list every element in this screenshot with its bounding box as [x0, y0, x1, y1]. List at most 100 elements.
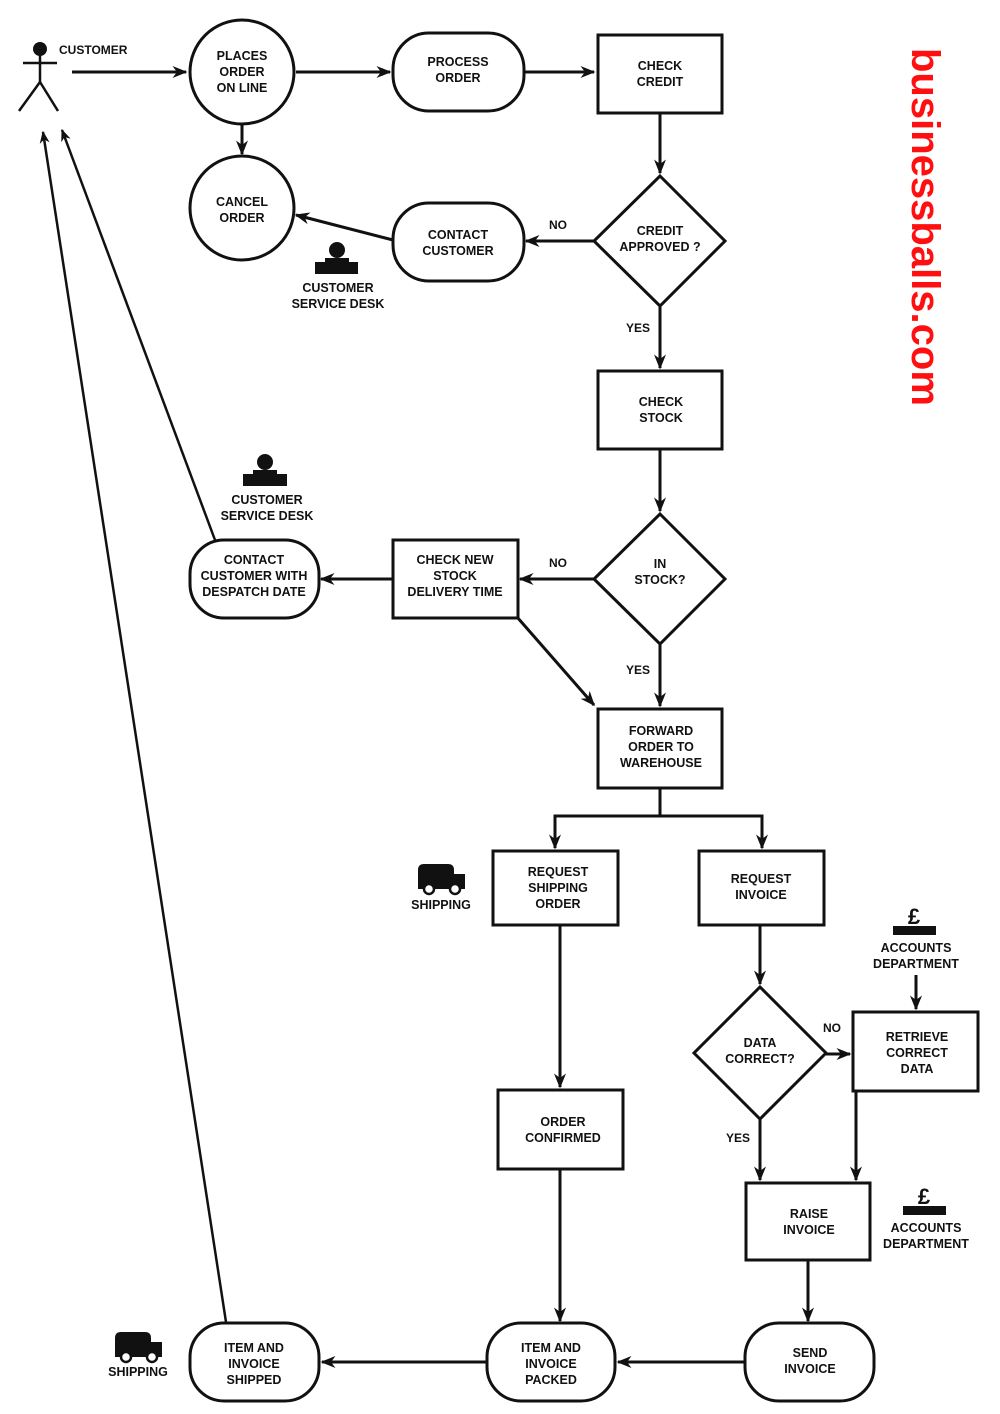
annotation-shipping-1-label-line: SHIPPING: [411, 898, 471, 912]
edge-forward-to-invoice: [660, 814, 768, 850]
node-request-invoice[interactable]: REQUEST INVOICE: [697, 849, 826, 927]
annotation-csd-1-label: CUSTOMER SERVICE DESK: [292, 281, 385, 311]
node-forward-order-label-line: WAREHOUSE: [620, 756, 702, 770]
node-check-credit-label-line: CREDIT: [637, 75, 684, 89]
annotation-customer-service-desk-1: CUSTOMER SERVICE DESK: [292, 242, 385, 311]
pound-sign-icon: £: [903, 1184, 946, 1215]
label-stock-no: NO: [549, 556, 567, 570]
node-contact-despatch[interactable]: CONTACT CUSTOMER WITH DESPATCH DATE: [188, 538, 321, 620]
node-retrieve-data-label-line: DATA: [901, 1062, 934, 1076]
annotation-accounts-1-label-line: DEPARTMENT: [873, 957, 959, 971]
brand-watermark: businessballs.com: [903, 48, 947, 406]
node-item-shipped-label: ITEM AND INVOICE SHIPPED: [224, 1341, 284, 1387]
node-contact-despatch-label-line: CUSTOMER WITH: [201, 569, 308, 583]
annotation-accounts-2-label-line: ACCOUNTS: [891, 1221, 962, 1235]
node-process-order-label-line: ORDER: [435, 71, 480, 85]
annotation-accounts-department-2: £ ACCOUNTS DEPARTMENT: [883, 1184, 969, 1251]
node-order-confirmed[interactable]: ORDER CONFIRMED: [496, 1088, 625, 1171]
label-data-no: NO: [823, 1021, 841, 1035]
node-contact-despatch-label-line: CONTACT: [224, 553, 285, 567]
node-data-correct[interactable]: DATA CORRECT?: [691, 984, 829, 1122]
node-places-order[interactable]: PLACES ORDER ON LINE: [188, 18, 296, 126]
annotation-accounts-1-label-line: ACCOUNTS: [881, 941, 952, 955]
node-item-packed[interactable]: ITEM AND INVOICE PACKED: [485, 1321, 617, 1403]
node-request-invoice-label-line: INVOICE: [735, 888, 786, 902]
node-in-stock[interactable]: IN STOCK?: [591, 511, 728, 647]
annotation-csd-2-label-line: CUSTOMER: [231, 493, 302, 507]
node-check-credit-label-line: CHECK: [638, 59, 682, 73]
node-forward-order-label-line: FORWARD: [629, 724, 693, 738]
node-item-shipped-label-line: SHIPPED: [227, 1373, 282, 1387]
edge-shipped-to-customer: [39, 130, 228, 1323]
label-credit-yes: YES: [626, 321, 650, 335]
node-credit-approved[interactable]: CREDIT APPROVED ?: [591, 173, 728, 309]
node-contact-customer-label-line: CONTACT: [428, 228, 489, 242]
node-process-order-label-line: PROCESS: [427, 55, 488, 69]
label-data-yes: YES: [726, 1131, 750, 1145]
node-places-order-label-line: PLACES: [217, 49, 268, 63]
annotation-accounts-2-label-line: DEPARTMENT: [883, 1237, 969, 1251]
node-send-invoice[interactable]: SEND INVOICE: [743, 1321, 876, 1403]
node-item-packed-label-line: ITEM AND: [521, 1341, 581, 1355]
node-contact-despatch-label-line: DESPATCH DATE: [202, 585, 305, 599]
service-desk-icon: [243, 454, 287, 486]
node-request-shipping-label-line: REQUEST: [528, 865, 589, 879]
node-forward-order-label: FORWARD ORDER TO WAREHOUSE: [620, 724, 702, 770]
node-raise-invoice[interactable]: RAISE INVOICE: [744, 1181, 872, 1262]
node-request-shipping-label-line: SHIPPING: [528, 881, 588, 895]
node-check-new-stock-label-line: CHECK NEW: [416, 553, 493, 567]
annotation-csd-1-label-line: SERVICE DESK: [292, 297, 385, 311]
node-check-new-stock-label-line: DELIVERY TIME: [407, 585, 502, 599]
node-request-invoice-label-line: REQUEST: [731, 872, 792, 886]
node-in-stock-label-line: IN: [654, 557, 667, 571]
node-request-shipping-label-line: ORDER: [535, 897, 580, 911]
node-item-shipped-label-line: ITEM AND: [224, 1341, 284, 1355]
node-raise-invoice-label-line: INVOICE: [783, 1223, 834, 1237]
service-desk-icon: [315, 242, 358, 274]
annotation-shipping-2-label: SHIPPING: [108, 1365, 168, 1379]
annotation-shipping-2-label-line: SHIPPING: [108, 1365, 168, 1379]
svg-text:£: £: [908, 904, 921, 929]
node-places-order-label: PLACES ORDER ON LINE: [217, 49, 268, 95]
node-item-packed-label: ITEM AND INVOICE PACKED: [521, 1341, 581, 1387]
node-check-stock-label-line: CHECK: [639, 395, 683, 409]
node-check-credit[interactable]: CHECK CREDIT: [596, 33, 724, 115]
svg-text:£: £: [918, 1184, 931, 1209]
node-check-stock-label-line: STOCK: [639, 411, 683, 425]
label-stock-yes: YES: [626, 663, 650, 677]
annotation-csd-1-label-line: CUSTOMER: [302, 281, 373, 295]
edge-contact-to-cancel: [294, 212, 394, 242]
node-retrieve-data-label-line: CORRECT: [886, 1046, 948, 1060]
node-item-packed-label-line: INVOICE: [525, 1357, 576, 1371]
node-retrieve-data[interactable]: RETRIEVE CORRECT DATA: [851, 1010, 980, 1093]
node-places-order-label-line: ORDER: [219, 65, 264, 79]
node-data-correct-label-line: DATA: [744, 1036, 777, 1050]
annotation-csd-2-label-line: SERVICE DESK: [221, 509, 314, 523]
annotation-accounts-2-label: ACCOUNTS DEPARTMENT: [883, 1221, 969, 1251]
node-contact-customer-label-line: CUSTOMER: [422, 244, 493, 258]
node-check-stock[interactable]: CHECK STOCK: [596, 369, 724, 451]
node-check-new-stock-label-line: STOCK: [433, 569, 477, 583]
node-send-invoice-label-line: INVOICE: [784, 1362, 835, 1376]
node-cancel-order[interactable]: CANCEL ORDER: [188, 154, 296, 262]
edge-check-new-to-forward: [515, 616, 596, 707]
edge-forward-split: [549, 789, 662, 850]
truck-icon: [418, 864, 465, 896]
customer-label: CUSTOMER: [59, 43, 128, 57]
node-process-order[interactable]: PROCESS ORDER: [391, 31, 526, 113]
truck-icon: [115, 1332, 162, 1364]
node-data-correct-label-line: CORRECT?: [725, 1052, 794, 1066]
node-forward-order[interactable]: FORWARD ORDER TO WAREHOUSE: [596, 707, 724, 790]
node-places-order-label-line: ON LINE: [217, 81, 268, 95]
node-item-shipped[interactable]: ITEM AND INVOICE SHIPPED: [188, 1321, 321, 1403]
node-contact-customer[interactable]: CONTACT CUSTOMER: [391, 201, 526, 283]
node-forward-order-label-line: ORDER TO: [628, 740, 694, 754]
annotation-accounts-department-1: £ ACCOUNTS DEPARTMENT: [873, 904, 959, 971]
node-cancel-order-label-line: ORDER: [219, 211, 264, 225]
annotation-shipping-2: SHIPPING: [108, 1332, 168, 1379]
node-request-shipping[interactable]: REQUEST SHIPPING ORDER: [491, 849, 620, 927]
label-credit-no: NO: [549, 218, 567, 232]
node-item-shipped-label-line: INVOICE: [228, 1357, 279, 1371]
node-check-new-stock[interactable]: CHECK NEW STOCK DELIVERY TIME: [391, 538, 520, 620]
node-request-shipping-label: REQUEST SHIPPING ORDER: [528, 865, 589, 911]
